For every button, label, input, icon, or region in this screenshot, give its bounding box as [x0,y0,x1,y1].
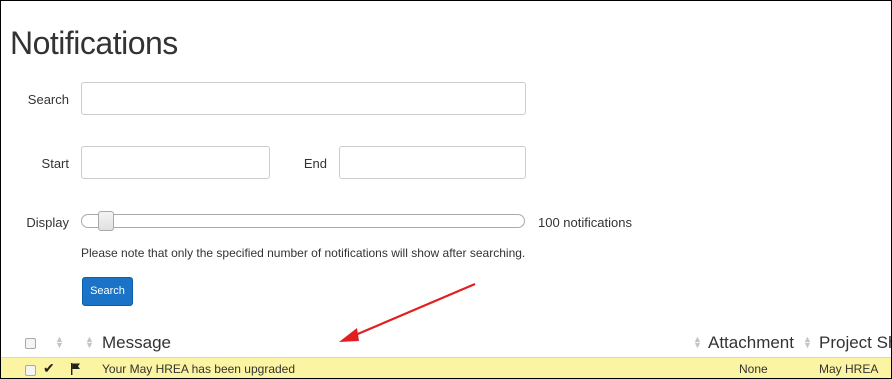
search-button[interactable]: Search [82,277,133,306]
project-cell: May HREA [819,362,879,376]
attachment-cell: None [739,362,768,376]
select-all-checkbox[interactable] [25,338,36,349]
read-check-icon: ✔ [43,360,55,376]
search-label: Search [27,92,69,107]
row-checkbox[interactable] [25,365,36,376]
sort-down-icon: ▼ [85,340,94,350]
column-header-message[interactable]: Message [102,333,171,353]
flag-icon[interactable] [71,363,81,375]
column-header-project[interactable]: Project Sh [819,333,891,353]
page-title: Notifications [10,25,178,61]
column-header-attachment[interactable]: Attachment [708,333,794,353]
sort-icon[interactable]: ▲ ▼ [55,335,64,350]
sort-down-icon: ▼ [693,340,702,350]
end-label: End [303,156,327,171]
sort-down-icon: ▼ [55,340,64,350]
table-header: ▲ ▼ ▲ ▼ Message ▲ ▼ Attachment ▲ ▼ Proje… [1,326,891,357]
sort-icon[interactable]: ▲ ▼ [693,335,702,350]
display-slider-track[interactable] [81,214,525,228]
display-help-text: Please note that only the specified numb… [81,246,526,260]
table-row[interactable]: ✔ Your May HREA has been upgraded None M… [1,357,891,378]
sort-icon[interactable]: ▲ ▼ [85,335,94,350]
display-slider-handle[interactable] [98,211,115,231]
display-count-text: 100 notifications [538,215,632,230]
start-date-input[interactable] [81,146,270,179]
start-label: Start [41,156,69,171]
message-cell[interactable]: Your May HREA has been upgraded [102,362,295,377]
sort-icon[interactable]: ▲ ▼ [803,335,812,350]
display-label: Display [26,215,69,230]
end-date-input[interactable] [339,146,526,179]
notifications-page: Notifications Search Start End Display 1… [0,0,892,379]
sort-down-icon: ▼ [803,340,812,350]
search-input[interactable] [81,82,526,115]
